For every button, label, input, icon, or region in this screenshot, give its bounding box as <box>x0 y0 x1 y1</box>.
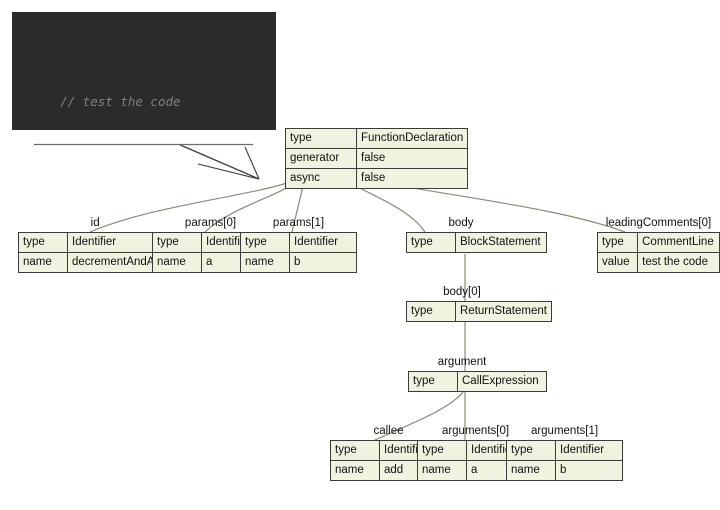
table-row: type ReturnStatement <box>406 301 552 322</box>
row-key: name <box>506 460 556 481</box>
row-key: type <box>18 232 68 253</box>
node-params-1[interactable]: params[1] type Identifier name b <box>240 217 357 273</box>
row-key: type <box>408 371 458 392</box>
row-value: Identifier <box>555 440 623 461</box>
table-row: type Identifier <box>18 232 173 253</box>
node-table: type Identifier name b <box>506 440 623 481</box>
node-table: type BlockStatement <box>406 232 547 253</box>
pointer-arrow-head-upper <box>182 145 260 180</box>
row-value: ReturnStatement <box>455 301 552 322</box>
table-row: generator false <box>285 148 469 169</box>
row-value: test the code <box>637 252 720 273</box>
node-argument[interactable]: argument type CallExpression <box>408 356 547 392</box>
code-editor-panel[interactable]: // test the code function decrementAndAd… <box>12 12 276 130</box>
row-value: CallExpression <box>457 371 547 392</box>
node-label-params1: params[1] <box>272 217 325 229</box>
row-key: type <box>417 440 467 461</box>
row-key: generator <box>285 148 357 169</box>
row-value: b <box>289 252 357 273</box>
row-key: name <box>330 460 380 481</box>
row-value: Identifier <box>289 232 357 253</box>
table-row: type Identifier <box>240 232 357 253</box>
node-table: type CallExpression <box>408 371 547 392</box>
node-table: type CommentLine value test the code <box>596 232 720 273</box>
row-value: false <box>355 148 469 169</box>
row-key: type <box>406 301 456 322</box>
node-label-leading-comments0: leadingComments[0] <box>605 217 712 229</box>
node-body-0[interactable]: body[0] type ReturnStatement <box>406 286 552 322</box>
table-row: async false <box>285 168 469 189</box>
table-row: name b <box>240 252 357 273</box>
node-label-arguments1: arguments[1] <box>530 425 599 437</box>
node-label-body0: body[0] <box>443 286 481 298</box>
row-key: type <box>406 232 456 253</box>
row-key: name <box>240 252 290 273</box>
node-table: type Identifier name b <box>240 232 357 273</box>
row-key: async <box>285 168 357 189</box>
row-key: name <box>417 460 467 481</box>
row-key: value <box>596 252 639 273</box>
row-key: type <box>596 232 639 253</box>
table-row: value test the code <box>596 252 720 273</box>
row-value: FunctionDeclaration <box>355 128 469 149</box>
table-row: name decrementAndAdd <box>18 252 173 273</box>
table-row: type BlockStatement <box>406 232 547 253</box>
code-line-comment: // test the code <box>30 70 276 109</box>
node-label-body: body <box>448 217 474 229</box>
row-value: BlockStatement <box>455 232 547 253</box>
row-key: type <box>330 440 380 461</box>
node-label-id: id <box>90 217 100 229</box>
row-key: type <box>240 232 290 253</box>
node-table: type Identifier name decrementAndAdd <box>18 232 173 273</box>
row-key: name <box>152 252 202 273</box>
node-id[interactable]: id type Identifier name decrementAndAdd <box>18 217 173 273</box>
row-key: name <box>18 252 68 273</box>
table-row: type Identifier <box>506 440 623 461</box>
node-body[interactable]: body type BlockStatement <box>406 217 547 253</box>
row-value: false <box>355 168 469 189</box>
row-key: type <box>285 128 357 149</box>
row-value: CommentLine <box>637 232 720 253</box>
node-label-argument: argument <box>437 356 487 368</box>
table-row: type CallExpression <box>408 371 547 392</box>
table-row: type FunctionDeclaration <box>285 128 469 149</box>
node-arguments-1[interactable]: arguments[1] type Identifier name b <box>506 425 623 481</box>
row-key: type <box>152 232 202 253</box>
code-comment-token: // test the code <box>60 94 181 109</box>
node-function-declaration[interactable]: type FunctionDeclaration generator false… <box>285 128 469 189</box>
table-row: type CommentLine <box>596 232 720 253</box>
node-table: type FunctionDeclaration generator false… <box>285 128 469 189</box>
node-leading-comments-0[interactable]: leadingComments[0] type CommentLine valu… <box>596 217 720 273</box>
row-value: b <box>555 460 623 481</box>
row-key: type <box>506 440 556 461</box>
table-row: name b <box>506 460 623 481</box>
node-table: type ReturnStatement <box>406 301 552 322</box>
